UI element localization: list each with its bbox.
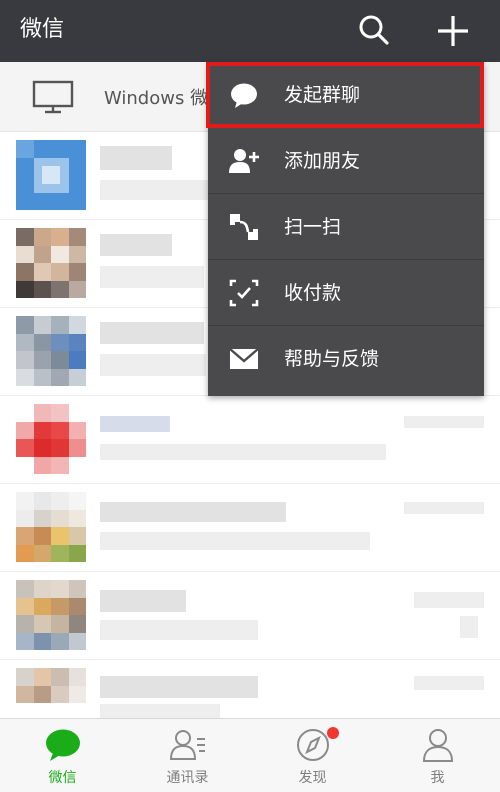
app-header: 微信 — [0, 0, 500, 62]
menu-item-label: 添加朋友 — [284, 150, 361, 172]
menu-item-scan[interactable]: 扫一扫 — [208, 194, 484, 260]
avatar — [16, 580, 86, 650]
app-title: 微信 — [20, 17, 65, 42]
menu-item-help-feedback[interactable]: 帮助与反馈 — [208, 326, 484, 392]
avatar — [16, 492, 86, 562]
avatar — [16, 404, 86, 474]
chat-bubble-icon — [231, 83, 257, 108]
avatar — [16, 228, 86, 298]
chat-row[interactable] — [0, 660, 500, 718]
tab-chats[interactable]: 微信 — [0, 719, 125, 792]
plus-icon — [438, 16, 468, 46]
tab-label: 我 — [430, 770, 445, 786]
payment-icon — [229, 279, 259, 307]
search-icon — [359, 15, 389, 45]
tab-contacts[interactable]: 通讯录 — [125, 719, 250, 792]
tab-label: 微信 — [48, 770, 77, 786]
scan-icon — [230, 214, 258, 240]
envelope-icon — [229, 348, 259, 369]
tab-label: 通讯录 — [166, 770, 209, 786]
menu-item-start-group-chat[interactable]: 发起群聊 — [208, 62, 484, 128]
menu-item-label: 收付款 — [284, 282, 342, 304]
menu-item-add-friends[interactable]: 添加朋友 — [208, 128, 484, 194]
tab-me[interactable]: 我 — [375, 719, 500, 792]
tab-discover[interactable]: 发现 — [250, 719, 375, 792]
tab-label: 发现 — [298, 770, 327, 786]
menu-item-label: 扫一扫 — [284, 216, 342, 238]
chat-row[interactable] — [0, 396, 500, 484]
bottom-tab-bar: 微信 通讯录 发现 我 — [0, 718, 500, 792]
banner-text: Windows 微 — [104, 88, 209, 109]
add-button[interactable] — [434, 12, 472, 50]
chat-row[interactable] — [0, 572, 500, 660]
profile-icon — [422, 729, 454, 762]
menu-item-label: 发起群聊 — [284, 84, 361, 106]
add-friend-icon — [229, 149, 259, 173]
contacts-icon — [169, 730, 205, 760]
chat-row[interactable] — [0, 484, 500, 572]
menu-item-label: 帮助与反馈 — [284, 348, 380, 370]
avatar — [16, 316, 86, 386]
notification-dot — [327, 727, 339, 739]
avatar — [16, 668, 86, 718]
chat-icon — [46, 729, 80, 761]
avatar — [16, 140, 86, 210]
monitor-icon — [32, 80, 74, 114]
search-button[interactable] — [356, 12, 392, 48]
add-dropdown-menu: 发起群聊 添加朋友 扫一扫 收付款 帮助与反馈 — [208, 62, 484, 396]
menu-item-money[interactable]: 收付款 — [208, 260, 484, 326]
